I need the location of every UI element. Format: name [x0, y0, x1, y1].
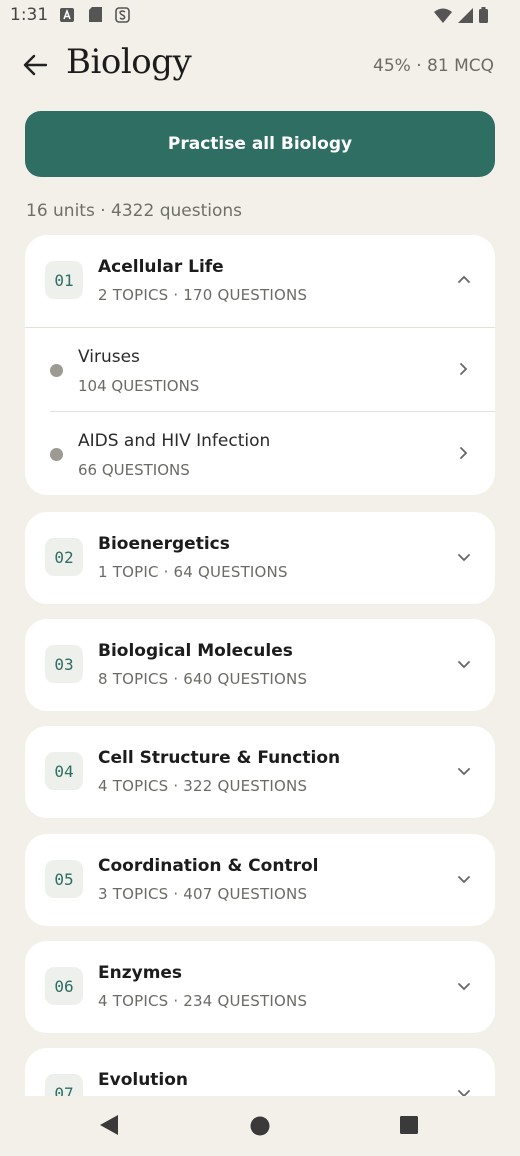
unit-number: 01 [45, 261, 83, 299]
topic-meta: 104 QUESTIONS [78, 377, 200, 395]
unit-meta: 4 TOPICS · 234 QUESTIONS [98, 992, 308, 1010]
chevron-down-icon [455, 548, 473, 566]
signal-icon [458, 7, 473, 27]
unit-card[interactable]: 02 Bioenergetics 1 TOPIC · 64 QUESTIONS [25, 512, 495, 604]
arrow-left-icon [23, 54, 48, 80]
page-title: Biology [66, 42, 192, 82]
home-circle-icon[interactable] [249, 1115, 271, 1141]
unit-card: 01 Acellular Life 2 TOPICS · 170 QUESTIO… [25, 235, 495, 495]
chevron-down-icon [455, 762, 473, 780]
status-right [434, 7, 488, 27]
unit-title: Bioenergetics [98, 534, 230, 554]
topic-row[interactable]: AIDS and HIV Infection 66 QUESTIONS [25, 412, 495, 495]
unit-number: 03 [45, 645, 83, 683]
unit-meta: 1 TOPIC · 64 QUESTIONS [98, 563, 288, 581]
topic-meta: 66 QUESTIONS [78, 461, 190, 479]
status-time: 1:31 [10, 5, 49, 25]
unit-meta: 3 TOPICS · 407 QUESTIONS [98, 885, 308, 903]
back-triangle-icon[interactable] [98, 1113, 120, 1141]
header: Biology 45% · 81 MCQ [0, 40, 520, 92]
unit-meta: 8 TOPICS · 640 QUESTIONS [98, 670, 308, 688]
progress-summary: 45% · 81 MCQ [373, 56, 494, 76]
recents-square-icon[interactable] [399, 1115, 419, 1139]
wifi-icon [434, 8, 452, 27]
practise-all-button[interactable]: Practise all Biology [25, 111, 495, 177]
unit-header[interactable]: 06 Enzymes 4 TOPICS · 234 QUESTIONS [25, 941, 495, 1033]
unit-card[interactable]: 04 Cell Structure & Function 4 TOPICS · … [25, 726, 495, 818]
chevron-right-icon [455, 445, 471, 461]
unit-number: 02 [45, 538, 83, 576]
units-summary: 16 units · 4322 questions [26, 201, 243, 221]
unit-title: Coordination & Control [98, 856, 319, 876]
navigation-bar [0, 1096, 520, 1156]
unit-card[interactable]: 06 Enzymes 4 TOPICS · 234 QUESTIONS [25, 941, 495, 1033]
unit-header[interactable]: 03 Biological Molecules 8 TOPICS · 640 Q… [25, 619, 495, 711]
unit-number: 04 [45, 752, 83, 790]
status-bar: 1:31 [0, 0, 520, 32]
topic-title: Viruses [78, 347, 140, 367]
chevron-down-icon [455, 655, 473, 673]
topic-row[interactable]: Viruses 104 QUESTIONS [25, 328, 495, 412]
back-button[interactable] [20, 52, 50, 82]
unit-title: Cell Structure & Function [98, 748, 341, 768]
shield-s-icon [115, 7, 130, 27]
chevron-up-icon [455, 271, 473, 289]
unit-card[interactable]: 03 Biological Molecules 8 TOPICS · 640 Q… [25, 619, 495, 711]
unit-number: 05 [45, 860, 83, 898]
unit-title: Acellular Life [98, 257, 224, 277]
sd-card-icon [89, 7, 102, 26]
unit-number: 06 [45, 967, 83, 1005]
chevron-down-icon [455, 870, 473, 888]
chevron-right-icon [455, 361, 471, 377]
unit-header[interactable]: 01 Acellular Life 2 TOPICS · 170 QUESTIO… [25, 235, 495, 327]
unit-meta: 4 TOPICS · 322 QUESTIONS [98, 777, 308, 795]
unit-title: Evolution [98, 1070, 189, 1090]
status-dot [50, 364, 63, 377]
unit-meta: 2 TOPICS · 170 QUESTIONS [98, 286, 308, 304]
battery-icon [479, 7, 488, 27]
unit-header[interactable]: 05 Coordination & Control 3 TOPICS · 407… [25, 834, 495, 926]
status-dot [50, 448, 63, 461]
unit-header[interactable]: 04 Cell Structure & Function 4 TOPICS · … [25, 726, 495, 818]
unit-title: Biological Molecules [98, 641, 293, 661]
notification-a-icon [60, 7, 74, 26]
topic-title: AIDS and HIV Infection [78, 431, 271, 451]
chevron-down-icon [455, 977, 473, 995]
unit-title: Enzymes [98, 963, 183, 983]
screen: 1:31 Biology 45% · 81 MCQ Practise all B… [0, 0, 520, 1156]
unit-header[interactable]: 02 Bioenergetics 1 TOPIC · 64 QUESTIONS [25, 512, 495, 604]
unit-card[interactable]: 05 Coordination & Control 3 TOPICS · 407… [25, 834, 495, 926]
